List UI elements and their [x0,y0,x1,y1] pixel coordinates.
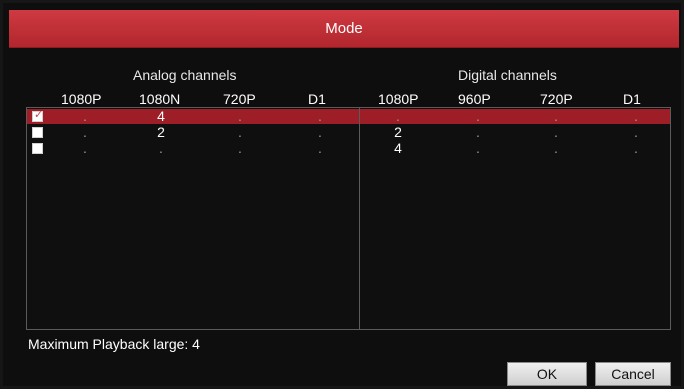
analog-row-3-1080p: . [83,140,87,156]
mode-dialog: Mode Analog channels Digital channels 10… [0,0,684,389]
title-bar: Mode [9,10,679,48]
digital-row-1[interactable]: . . . . [360,108,670,124]
max-playback-label: Maximum Playback large: 4 [28,336,200,352]
analog-col-d1: D1 [308,91,326,107]
digital-row-1-d1: . [634,108,638,124]
analog-row-1[interactable]: . 4 . . [27,108,359,124]
analog-row-1-1080n: 4 [157,108,165,124]
analog-row-3-1080n: . [159,140,163,156]
digital-channels-title: Digital channels [458,67,557,83]
digital-row-3-960p: . [476,140,480,156]
digital-col-1080p: 1080P [378,91,419,107]
digital-col-d1: D1 [623,91,641,107]
analog-row-3-d1: . [318,140,322,156]
analog-col-1080n: 1080N [139,91,181,107]
digital-row-3-720p: . [554,140,558,156]
digital-row-2[interactable]: 2 . . . [360,124,670,140]
digital-col-960p: 960P [458,91,491,107]
analog-row-1-720p: . [238,108,242,124]
digital-col-720p: 720P [540,91,573,107]
analog-row-3-checkbox[interactable] [32,143,43,154]
analog-row-2[interactable]: . 2 . . [27,124,359,140]
digital-row-3-d1: . [634,140,638,156]
analog-row-2-1080p: . [83,124,87,140]
cancel-button[interactable]: Cancel [595,362,671,386]
digital-channels-panel: . . . . 2 . . . 4 . . . [359,107,671,330]
digital-row-2-1080p: 2 [394,124,402,140]
analog-channels-title: Analog channels [133,67,237,83]
analog-col-1080p: 1080P [61,91,102,107]
analog-row-2-720p: . [238,124,242,140]
analog-row-2-1080n: 2 [157,124,165,140]
ok-button[interactable]: OK [507,362,587,386]
digital-row-2-960p: . [476,124,480,140]
dialog-title: Mode [325,20,363,37]
digital-row-3[interactable]: 4 . . . [360,140,670,156]
digital-row-2-d1: . [634,124,638,140]
digital-row-1-720p: . [554,108,558,124]
digital-row-2-720p: . [554,124,558,140]
digital-row-1-960p: . [476,108,480,124]
analog-row-3-720p: . [238,140,242,156]
analog-col-720p: 720P [223,91,256,107]
analog-row-1-checkbox[interactable] [32,108,43,122]
digital-row-1-1080p: . [396,108,400,124]
analog-row-2-checkbox[interactable] [32,127,43,138]
digital-row-3-1080p: 4 [394,140,402,156]
analog-row-2-d1: . [318,124,322,140]
analog-row-1-d1: . [318,108,322,124]
analog-row-1-1080p: . [83,108,87,124]
analog-row-3[interactable]: . . . . [27,140,359,156]
analog-channels-panel: . 4 . . . 2 . . . . . . [26,107,360,330]
